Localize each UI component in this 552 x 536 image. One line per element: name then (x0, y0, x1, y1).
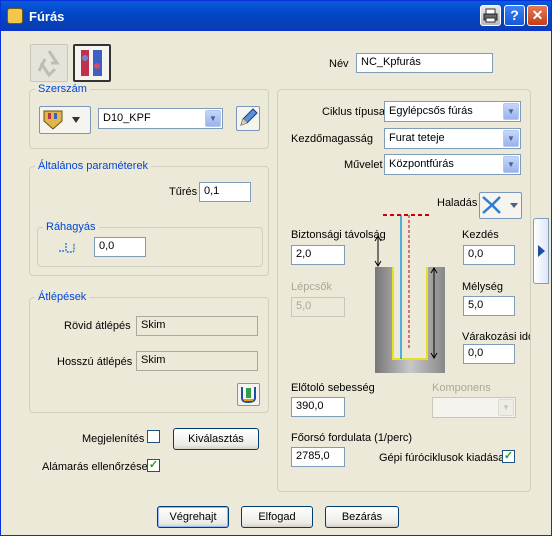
safety-distance-field[interactable]: 2,0 (291, 245, 345, 265)
display-checkbox[interactable] (147, 430, 160, 443)
drilling-dialog: Fúrás ? ✕ Név NC_Kpfurás Szerszám D10_KP… (0, 0, 552, 536)
tool-select[interactable]: D10_KPF ▼ (98, 108, 223, 129)
chevron-down-icon[interactable]: ▼ (503, 156, 519, 173)
long-stepover-label: Hosszú átlépés (57, 356, 133, 368)
progress-label: Haladás (437, 197, 478, 209)
tool-group-label: Szerszám (35, 83, 90, 95)
operation-label: Művelet (344, 159, 383, 171)
steps-label: Lépcsők (291, 281, 332, 293)
stepover-group-label: Átlépések (35, 291, 90, 303)
spindle-speed-field[interactable]: 2785,0 (291, 447, 345, 467)
chevron-down-icon[interactable]: ▼ (205, 110, 221, 127)
expand-panel-tab[interactable] (533, 218, 549, 284)
name-label: Név (329, 58, 349, 70)
tolerance-field[interactable]: 0,1 (199, 182, 251, 202)
name-field[interactable]: NC_Kpfurás (356, 53, 493, 73)
feed-rate-field[interactable]: 390,0 (291, 397, 345, 417)
start-label: Kezdés (462, 229, 499, 241)
window-title: Fúrás (29, 9, 65, 24)
chevron-down-icon[interactable]: ▼ (498, 399, 514, 416)
component-label: Komponens (432, 382, 491, 394)
edit-tool-icon[interactable] (236, 106, 260, 131)
start-height-select[interactable]: Furat teteje ▼ (384, 128, 521, 149)
chevron-down-icon[interactable]: ▼ (503, 103, 519, 120)
gouge-check-label: Alámarás ellenőrzése (42, 461, 148, 473)
allowance-field[interactable]: 0,0 (94, 237, 146, 257)
safety-distance-label: Biztonsági távolság (291, 229, 386, 241)
display-label: Megjelenítés (82, 433, 145, 445)
general-group-label: Általános paraméterek (35, 160, 152, 172)
progress-direction-select[interactable] (479, 192, 522, 219)
tool-select-value: D10_KPF (103, 112, 151, 124)
operation-select[interactable]: Központfúrás ▼ (384, 154, 521, 175)
steps-field[interactable]: 5,0 (291, 297, 345, 317)
component-select[interactable]: ▼ (432, 397, 516, 418)
chevron-down-icon[interactable]: ▼ (503, 130, 519, 147)
machine-cycles-checkbox[interactable]: ✓ (502, 450, 515, 463)
feed-rate-label: Előtoló sebesség (291, 382, 375, 394)
close-button[interactable]: ✕ (527, 5, 548, 26)
start-height-value: Furat teteje (389, 132, 445, 144)
select-button[interactable]: Kiválasztás (173, 428, 259, 450)
title-bar[interactable]: Fúrás ? ✕ (1, 1, 551, 31)
machine-cycles-label: Gépi fúróciklusok kiadása (379, 452, 505, 464)
depth-label: Mélység (462, 281, 503, 293)
short-stepover-field[interactable]: Skim (136, 316, 258, 336)
dwell-field[interactable]: 0,0 (463, 344, 515, 364)
drill-icon (7, 8, 23, 24)
start-height-label: Kezdőmagasság (291, 133, 373, 145)
stock-model-icon[interactable] (73, 44, 111, 82)
execute-button[interactable]: Végrehajt (157, 506, 229, 528)
printer-icon[interactable] (480, 5, 501, 26)
stepover-settings-icon[interactable] (237, 383, 260, 406)
operation-value: Központfúrás (389, 158, 454, 170)
start-field[interactable]: 0,0 (463, 245, 515, 265)
gouge-check-checkbox[interactable]: ✓ (147, 459, 160, 472)
tool-type-icon[interactable] (39, 106, 91, 134)
accept-button[interactable]: Elfogad (241, 506, 313, 528)
allowance-icon (58, 241, 78, 256)
help-button[interactable]: ? (504, 5, 525, 26)
long-stepover-field[interactable]: Skim (136, 351, 258, 371)
cycle-type-value: Egylépcsős fúrás (389, 105, 473, 117)
spindle-speed-label: Főorsó fordulata (1/perc) (291, 432, 413, 444)
cycle-type-label: Ciklus típusa (322, 106, 385, 118)
cycle-type-select[interactable]: Egylépcsős fúrás ▼ (384, 101, 521, 122)
dwell-label: Várakozási idő (462, 331, 530, 343)
recycle-icon[interactable] (30, 44, 68, 82)
tolerance-label: Tűrés (169, 186, 198, 198)
short-stepover-label: Rövid átlépés (64, 320, 131, 332)
depth-field[interactable]: 5,0 (463, 296, 515, 316)
close-dialog-button[interactable]: Bezárás (325, 506, 399, 528)
allowance-group-label: Ráhagyás (43, 221, 99, 233)
